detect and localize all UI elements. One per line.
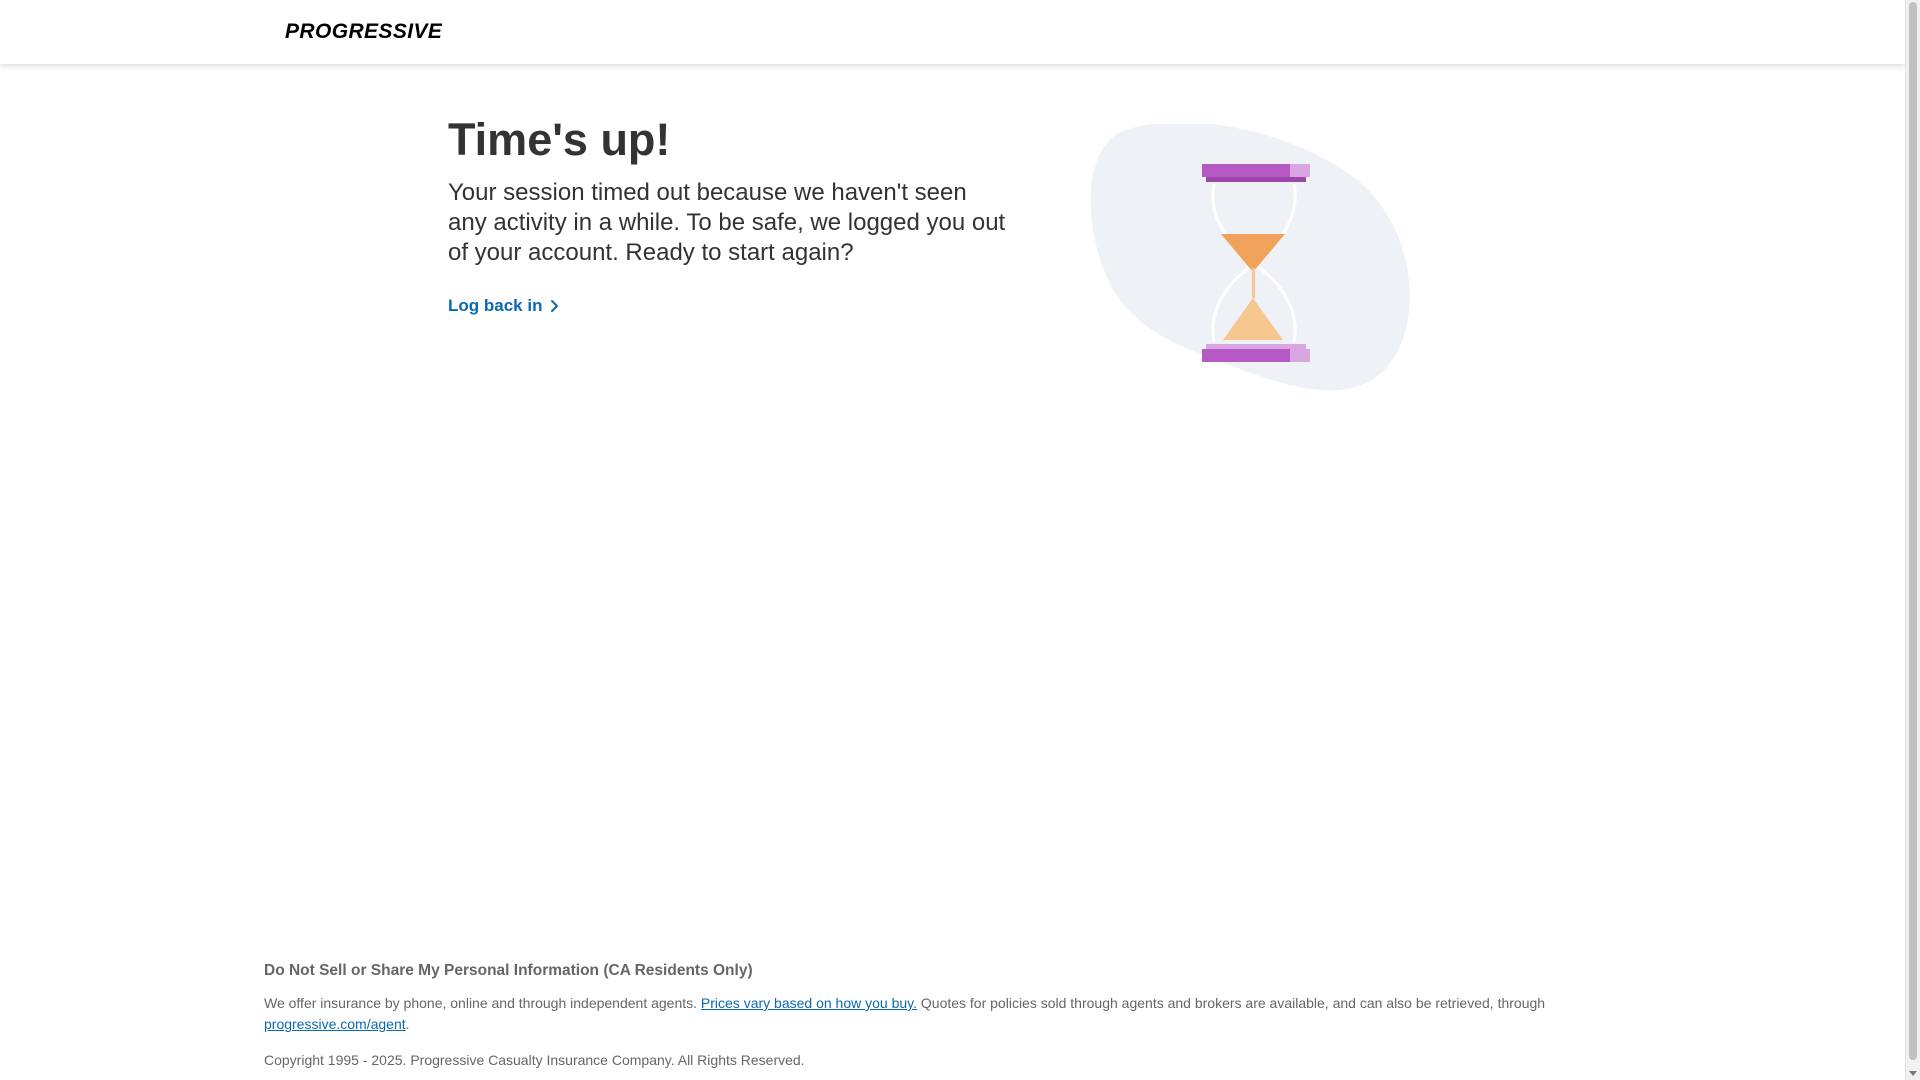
scrollbar-thumb[interactable] — [1909, 2, 1917, 1060]
vertical-scrollbar[interactable] — [1905, 0, 1920, 1080]
page-title: Time's up! — [448, 114, 671, 165]
hourglass-illustration — [1090, 122, 1420, 394]
do-not-sell-link[interactable]: Do Not Sell or Share My Personal Informa… — [264, 958, 1584, 984]
prices-vary-link[interactable]: Prices vary based on how you buy. — [701, 995, 917, 1011]
disclaimer-text-before: We offer insurance by phone, online and … — [264, 995, 698, 1011]
log-back-in-link[interactable]: Log back in — [448, 296, 561, 316]
page: PROGRESSIVE Time's up! Your session time… — [0, 0, 1905, 1080]
disclaimer-period: . — [405, 1016, 410, 1032]
site-header: PROGRESSIVE — [0, 0, 1905, 64]
site-footer: Do Not Sell or Share My Personal Informa… — [264, 958, 1584, 1070]
progressive-logo[interactable]: PROGRESSIVE — [284, 14, 442, 44]
hourglass-icon — [1090, 122, 1410, 391]
footer-disclaimer: We offer insurance by phone, online and … — [264, 993, 1584, 1035]
disclaimer-text-after: Quotes for policies sold through agents … — [920, 995, 1546, 1011]
copyright: Copyright 1995 - 2025. Progressive Casua… — [264, 1052, 805, 1068]
timeout-message: Your session timed out because we haven'… — [448, 179, 1006, 266]
logo-text: PROGRESSIVE — [285, 20, 442, 43]
scroll-down-arrow-icon[interactable] — [1909, 1071, 1917, 1076]
log-back-in-label: Log back in — [448, 296, 543, 315]
timeout-content: Time's up! Your session timed out becaus… — [448, 112, 1008, 316]
agent-link[interactable]: progressive.com/agent — [264, 1016, 406, 1032]
arrow-right-icon — [549, 298, 561, 314]
progressive-logo-icon: PROGRESSIVE — [285, 20, 442, 43]
